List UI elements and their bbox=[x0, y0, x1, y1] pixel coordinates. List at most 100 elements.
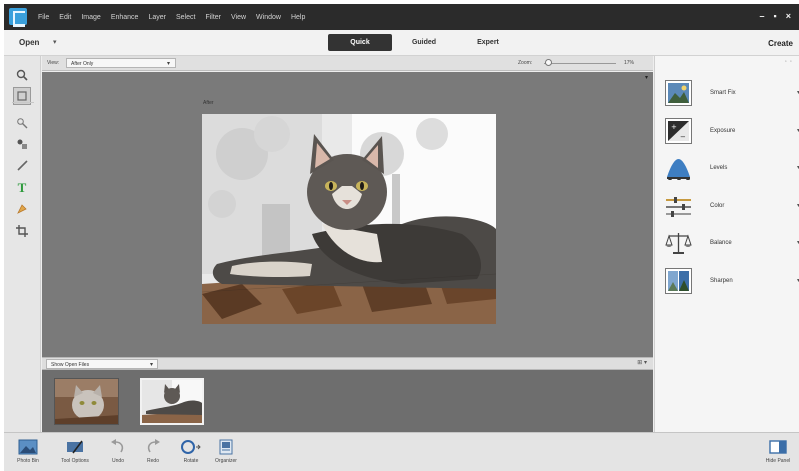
organizer-icon bbox=[209, 436, 243, 458]
adjustment-label: Balance bbox=[710, 240, 732, 246]
bin-source-value: Show Open Files bbox=[51, 362, 90, 368]
redo-button[interactable]: Redo bbox=[136, 436, 170, 464]
hide-panel-label: Hide Panel bbox=[765, 458, 791, 464]
tool-options-button[interactable]: Tool Options bbox=[58, 436, 92, 464]
adjustment-label: Sharpen bbox=[710, 278, 733, 284]
view-select-value: After Only bbox=[71, 61, 94, 67]
menu-image[interactable]: Image bbox=[81, 14, 100, 21]
rotate-button[interactable]: Rotate bbox=[174, 436, 208, 464]
zoom-value: 17% bbox=[624, 60, 635, 66]
image-canvas[interactable]: ▾ After bbox=[42, 72, 653, 357]
close-icon[interactable]: × bbox=[786, 10, 791, 22]
bin-source-select[interactable]: Show Open Files ▾ bbox=[46, 359, 158, 369]
organizer-button[interactable]: Organizer bbox=[209, 436, 243, 464]
menu-enhance[interactable]: Enhance bbox=[111, 14, 139, 21]
organizer-label: Organizer bbox=[215, 458, 237, 464]
whiten-teeth-icon[interactable] bbox=[13, 156, 31, 174]
rotate-icon bbox=[174, 436, 208, 458]
menu-edit[interactable]: Edit bbox=[59, 14, 71, 21]
open-button[interactable]: Open bbox=[19, 38, 39, 47]
exposure-icon: + − bbox=[665, 118, 692, 144]
adjustment-label: Exposure bbox=[710, 128, 736, 134]
crop-icon[interactable] bbox=[13, 222, 31, 240]
photo-bin-bar: Show Open Files ▾ ⊞ ▾ bbox=[42, 357, 653, 370]
create-button[interactable]: Create bbox=[768, 39, 793, 48]
adjustment-balance[interactable]: Balance ▾ bbox=[665, 230, 799, 260]
chevron-down-icon: ▾ bbox=[149, 362, 153, 368]
tool-options-icon bbox=[58, 436, 92, 458]
view-label: View: bbox=[47, 60, 60, 66]
photo-bin-icon bbox=[11, 436, 45, 458]
photo-bin bbox=[42, 370, 653, 432]
balance-icon bbox=[665, 230, 692, 256]
menu-window[interactable]: Window bbox=[256, 14, 281, 21]
panel-options-icon[interactable]: ◦◦ bbox=[785, 59, 795, 65]
menu-help[interactable]: Help bbox=[291, 14, 305, 21]
svg-text:−: − bbox=[680, 133, 686, 141]
adjustment-exposure[interactable]: + − Exposure ▾ bbox=[665, 118, 799, 148]
redo-icon bbox=[136, 436, 170, 458]
quick-selection-icon[interactable] bbox=[13, 114, 31, 132]
cat-photo[interactable] bbox=[202, 114, 496, 324]
type-icon[interactable]: T bbox=[13, 179, 31, 197]
menu-bar: File Edit Image Enhance Layer Select Fil… bbox=[4, 4, 799, 30]
adjustments-panel: ◦◦ Smart Fix ▾ + − Exposure ▾ Levels ▾ C… bbox=[654, 56, 799, 432]
undo-button[interactable]: Undo bbox=[101, 436, 135, 464]
menu-select[interactable]: Select bbox=[176, 14, 195, 21]
thumbnail-cat-portrait[interactable] bbox=[54, 378, 119, 425]
zoom-icon[interactable] bbox=[13, 66, 31, 84]
adjustment-label: Color bbox=[710, 203, 725, 209]
toolbox-divider bbox=[12, 102, 34, 103]
levels-icon bbox=[665, 155, 692, 181]
menu-view[interactable]: View bbox=[231, 14, 246, 21]
photo-bin-button[interactable]: Photo Bin bbox=[11, 436, 45, 464]
adjustment-levels[interactable]: Levels ▾ bbox=[665, 155, 799, 185]
zoom-label: Zoom: bbox=[518, 60, 533, 66]
sharpen-icon bbox=[665, 268, 692, 294]
view-bar: View: After Only ▾ Zoom: 17% bbox=[42, 56, 653, 71]
thumbnail-cat-lying[interactable] bbox=[140, 378, 204, 425]
app-logo-icon bbox=[9, 8, 27, 27]
zoom-slider-handle[interactable] bbox=[545, 59, 552, 66]
menu-filter[interactable]: Filter bbox=[205, 14, 221, 21]
chevron-down-icon: ▾ bbox=[166, 61, 170, 67]
redo-label: Redo bbox=[147, 458, 159, 464]
toolbox: T bbox=[4, 56, 41, 432]
maximize-icon[interactable]: ▪ bbox=[774, 10, 777, 22]
mode-bar: Open ▾ Quick Guided Expert Create bbox=[4, 30, 799, 56]
mode-tabs: Quick Guided Expert bbox=[328, 34, 520, 51]
svg-text:+: + bbox=[671, 123, 677, 131]
spot-healing-icon[interactable] bbox=[13, 200, 31, 218]
menu-layer[interactable]: Layer bbox=[148, 14, 166, 21]
tab-expert[interactable]: Expert bbox=[456, 34, 520, 51]
menu-list: File Edit Image Enhance Layer Select Fil… bbox=[38, 4, 305, 30]
color-icon bbox=[665, 193, 692, 219]
tab-quick[interactable]: Quick bbox=[328, 34, 392, 51]
adjustment-smart-fix[interactable]: Smart Fix ▾ bbox=[665, 80, 799, 110]
minimize-icon[interactable]: – bbox=[760, 10, 765, 22]
adjustment-color[interactable]: Color ▾ bbox=[665, 193, 799, 223]
photoshop-elements-window: File Edit Image Enhance Layer Select Fil… bbox=[4, 4, 799, 471]
undo-icon bbox=[101, 436, 135, 458]
hide-panel-button[interactable]: Hide Panel bbox=[761, 436, 795, 464]
view-select[interactable]: After Only ▾ bbox=[66, 58, 176, 68]
adjustment-label: Levels bbox=[710, 165, 728, 171]
undo-label: Undo bbox=[112, 458, 124, 464]
smart-fix-icon bbox=[665, 80, 692, 106]
rotate-label: Rotate bbox=[183, 458, 199, 464]
chevron-down-icon[interactable]: ▾ bbox=[53, 38, 57, 46]
hide-panel-icon bbox=[761, 436, 795, 458]
panel-menu-icon[interactable]: ▾ bbox=[645, 74, 648, 81]
bin-options-icon[interactable]: ⊞ ▾ bbox=[637, 359, 647, 366]
adjustment-sharpen[interactable]: Sharpen ▾ bbox=[665, 268, 799, 298]
menu-file[interactable]: File bbox=[38, 14, 49, 21]
tab-guided[interactable]: Guided bbox=[392, 34, 456, 51]
zoom-slider-track[interactable] bbox=[544, 63, 616, 64]
photo-bin-label: Photo Bin bbox=[17, 458, 39, 464]
eye-icon[interactable] bbox=[13, 135, 31, 153]
bottom-taskbar: Photo Bin Tool Options Undo Redo Rotate bbox=[4, 432, 799, 471]
window-controls: – ▪ × bbox=[760, 10, 791, 22]
adjustment-label: Smart Fix bbox=[710, 90, 736, 96]
after-label: After bbox=[203, 100, 214, 106]
tool-options-label: Tool Options bbox=[61, 458, 89, 464]
